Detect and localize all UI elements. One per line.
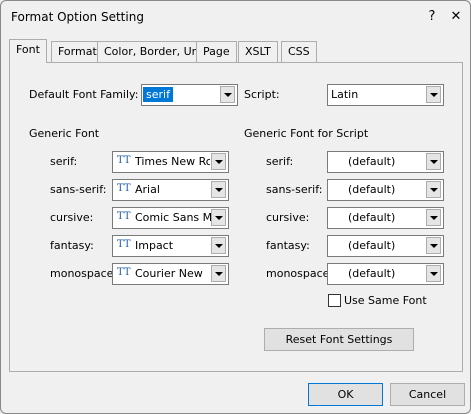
script-select[interactable]: Latin <box>327 84 444 106</box>
generic-monospace-value: Courier New <box>135 267 203 280</box>
chevron-down-icon[interactable] <box>211 209 226 226</box>
script-fantasy-value: (default) <box>348 239 396 252</box>
tab-strip: Font Format Color, Border, Unit Page XSL… <box>9 39 469 63</box>
chevron-down-icon[interactable] <box>211 153 226 170</box>
generic-fantasy-select[interactable]: TT Impact <box>112 235 229 257</box>
font-tab-panel: Default Font Family: serif Script: Latin… <box>9 62 463 372</box>
script-cursive-value: (default) <box>348 211 396 224</box>
chevron-down-icon[interactable] <box>426 265 441 282</box>
chevron-down-icon[interactable] <box>211 237 226 254</box>
chevron-down-icon[interactable] <box>426 86 441 103</box>
generic-cursive-select[interactable]: TT Comic Sans MS <box>112 207 229 229</box>
chevron-down-icon[interactable] <box>426 209 441 226</box>
cancel-button[interactable]: Cancel <box>390 383 465 406</box>
generic-sans-serif-label: sans-serif: <box>50 183 107 196</box>
script-fantasy-select[interactable]: (default) <box>327 235 444 257</box>
format-option-dialog: Format Option Setting ? ✕ Font Format Co… <box>0 0 471 414</box>
script-cursive-select[interactable]: (default) <box>327 207 444 229</box>
tab-css[interactable]: CSS <box>281 41 317 62</box>
truetype-font-icon: TT <box>117 239 131 250</box>
tab-font[interactable]: Font <box>9 39 47 63</box>
generic-cursive-value: Comic Sans MS <box>135 211 220 224</box>
script-value: Latin <box>331 88 359 101</box>
chevron-down-icon[interactable] <box>426 153 441 170</box>
chevron-down-icon[interactable] <box>211 265 226 282</box>
tab-format[interactable]: Format <box>51 41 104 62</box>
script-sans-serif-label: sans-serif: <box>266 183 323 196</box>
script-sans-serif-select[interactable]: (default) <box>327 179 444 201</box>
chevron-down-icon[interactable] <box>211 181 226 198</box>
script-serif-select[interactable]: (default) <box>327 151 444 173</box>
generic-font-for-script-heading: Generic Font for Script <box>244 127 369 140</box>
default-font-family-select[interactable]: serif <box>141 84 238 106</box>
use-same-font-checkbox[interactable] <box>328 294 341 307</box>
generic-monospace-select[interactable]: TT Courier New <box>112 263 229 285</box>
ok-button[interactable]: OK <box>308 383 383 406</box>
script-cursive-label: cursive: <box>266 211 310 224</box>
generic-fantasy-label: fantasy: <box>50 239 94 252</box>
title-bar: Format Option Setting ? ✕ <box>1 1 470 33</box>
script-label: Script: <box>244 88 280 101</box>
generic-cursive-label: cursive: <box>50 211 94 224</box>
script-monospace-select[interactable]: (default) <box>327 263 444 285</box>
generic-font-heading: Generic Font <box>29 127 100 140</box>
script-sans-serif-value: (default) <box>348 183 396 196</box>
truetype-font-icon: TT <box>117 183 131 194</box>
reset-font-settings-button[interactable]: Reset Font Settings <box>264 328 414 351</box>
chevron-down-icon[interactable] <box>426 181 441 198</box>
script-monospace-label: monospace: <box>266 267 334 280</box>
use-same-font-label[interactable]: Use Same Font <box>344 294 427 307</box>
generic-serif-label: serif: <box>50 155 78 168</box>
truetype-font-icon: TT <box>117 155 131 166</box>
script-fantasy-label: fantasy: <box>266 239 310 252</box>
default-font-family-label: Default Font Family: <box>29 88 139 101</box>
generic-sans-serif-select[interactable]: TT Arial <box>112 179 229 201</box>
help-icon[interactable]: ? <box>424 9 440 25</box>
chevron-down-icon[interactable] <box>426 237 441 254</box>
generic-serif-select[interactable]: TT Times New Rom <box>112 151 229 173</box>
truetype-font-icon: TT <box>117 267 131 278</box>
generic-fantasy-value: Impact <box>135 239 174 252</box>
generic-monospace-label: monospace: <box>50 267 118 280</box>
script-serif-value: (default) <box>348 155 396 168</box>
default-font-family-value: serif <box>143 87 173 102</box>
tab-xslt[interactable]: XSLT <box>238 41 278 62</box>
close-icon[interactable]: ✕ <box>448 9 464 25</box>
tab-page[interactable]: Page <box>196 41 237 62</box>
chevron-down-icon[interactable] <box>220 86 235 103</box>
window-title: Format Option Setting <box>11 10 144 24</box>
truetype-font-icon: TT <box>117 211 131 222</box>
generic-sans-serif-value: Arial <box>135 183 160 196</box>
script-monospace-value: (default) <box>348 267 396 280</box>
script-serif-label: serif: <box>266 155 294 168</box>
generic-serif-value: Times New Rom <box>135 155 210 168</box>
